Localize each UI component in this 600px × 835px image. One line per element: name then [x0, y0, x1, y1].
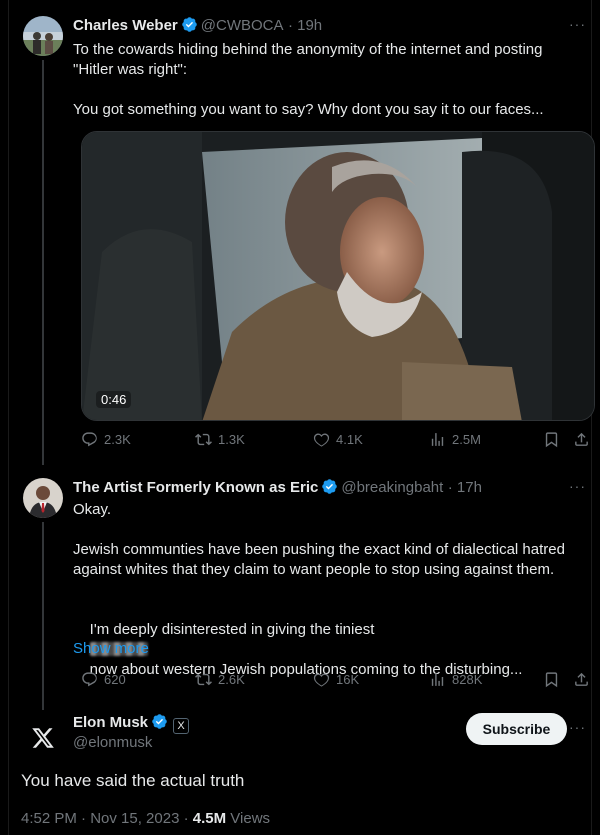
affiliate-badge[interactable]: X [173, 718, 190, 734]
tweet3-meta: 4:52 PM · Nov 15, 2023 · 4.5M Views [21, 810, 270, 827]
tweet2-actions: 620 2.6K 16K 828K [81, 671, 593, 691]
tweet3-text: You have said the actual truth [21, 771, 245, 790]
author-handle[interactable]: @CWBOCA [201, 17, 284, 34]
tweet1-actions: 2.3K 1.3K 4.1K 2.5M [81, 431, 593, 451]
repost-icon [195, 433, 212, 446]
tweet3-header: Elon Musk X [73, 713, 190, 734]
tweet2-line2: Jewish communties have been pushing the … [73, 541, 570, 578]
views-icon [431, 673, 444, 686]
bookmark-button[interactable] [543, 431, 560, 448]
author-name[interactable]: The Artist Formerly Known as Eric [73, 479, 318, 496]
tweet-timestamp[interactable]: 4:52 PM · Nov 15, 2023 · [21, 810, 189, 827]
repost-button[interactable]: 2.6K [195, 671, 245, 688]
views-icon [431, 433, 444, 446]
repost-button[interactable]: 1.3K [195, 431, 245, 448]
bookmark-icon [545, 672, 558, 688]
more-icon[interactable]: ··· [569, 478, 586, 494]
repost-icon [195, 673, 212, 686]
like-button[interactable]: 4.1K [313, 431, 363, 448]
reply-count: 2.3K [104, 432, 131, 447]
repost-count: 2.6K [218, 672, 245, 687]
subscribe-button[interactable]: Subscribe [466, 713, 567, 745]
tweet-time[interactable]: · 19h [288, 17, 322, 34]
views-button[interactable]: 2.5M [429, 431, 481, 448]
video-thumbnail [82, 132, 594, 420]
avatar-elon-musk[interactable] [23, 718, 63, 758]
author-handle[interactable]: @elonmusk [73, 734, 152, 751]
video-duration: 0:46 [96, 391, 132, 408]
views-button[interactable]: 828K [429, 671, 482, 688]
show-more-link[interactable]: Show more [73, 640, 149, 657]
like-count: 16K [336, 672, 360, 687]
more-icon[interactable]: ··· [569, 719, 586, 735]
author-name[interactable]: Elon Musk [73, 714, 148, 731]
share-button[interactable] [573, 671, 590, 688]
author-name[interactable]: Charles Weber [73, 17, 178, 34]
author-handle[interactable]: @breakingbaht [341, 479, 443, 496]
repost-count: 1.3K [218, 432, 245, 447]
reply-button[interactable]: 2.3K [81, 431, 131, 448]
like-count: 4.1K [336, 432, 363, 447]
reply-icon [82, 432, 97, 447]
reply-count: 620 [104, 672, 126, 687]
thread-line [42, 522, 44, 710]
reply-button[interactable]: 620 [81, 671, 126, 688]
share-icon [575, 672, 588, 686]
tweet1-video[interactable]: 0:46 [81, 131, 595, 421]
tweet1-text: To the cowards hiding behind the anonymi… [73, 41, 544, 118]
like-icon [313, 433, 330, 447]
thread-container: Charles Weber @CWBOCA · 19h ··· To the co… [8, 0, 595, 835]
avatar-charles-weber[interactable] [23, 16, 63, 56]
tweet2-line3-a: I'm deeply disinterested in giving the t… [89, 621, 375, 638]
views-count: 828K [452, 672, 483, 687]
tweet2-line1: Okay. [73, 501, 112, 518]
share-button[interactable] [573, 431, 590, 448]
reply-icon [82, 672, 97, 687]
views-count: 2.5M [452, 432, 481, 447]
bookmark-button[interactable] [543, 671, 560, 688]
views-count: 4.5M [192, 810, 227, 827]
like-button[interactable]: 16K [313, 671, 359, 688]
tweet-time[interactable]: · 17h [448, 479, 482, 496]
verified-icon [182, 17, 197, 32]
share-icon [575, 432, 588, 446]
like-icon [313, 673, 330, 687]
tweet1-header: Charles Weber @CWBOCA · 19h [73, 16, 322, 35]
more-icon[interactable]: ··· [569, 16, 586, 32]
views-label: Views [230, 810, 271, 827]
bookmark-icon [545, 432, 558, 448]
tweet2-header: The Artist Formerly Known as Eric @breaki… [73, 478, 482, 497]
x-logo-icon [32, 728, 54, 748]
verified-icon [152, 714, 167, 729]
verified-icon [322, 479, 338, 494]
avatar-eric[interactable] [23, 478, 63, 518]
thread-line [42, 60, 44, 465]
